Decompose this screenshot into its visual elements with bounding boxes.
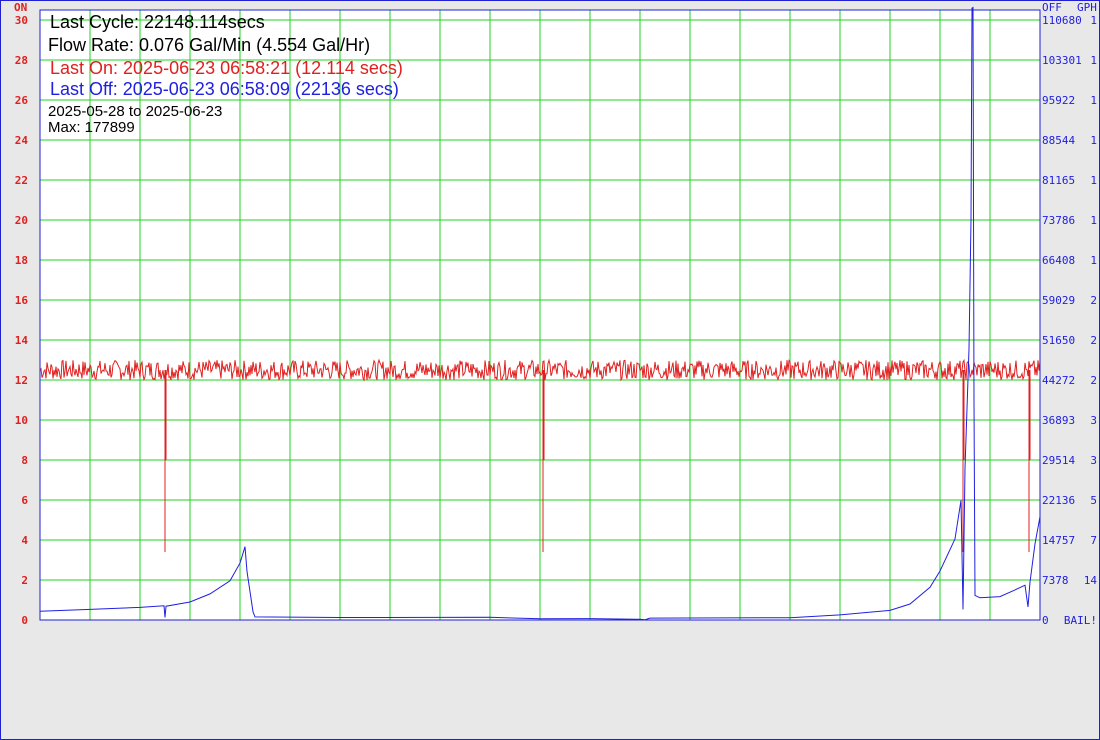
- right-axis-ticks: 0 7378 14757 22136 29514 36893 44272 51650 59029…: [1042, 14, 1082, 627]
- left-tick-label: 18: [15, 254, 28, 267]
- left-tick-label: 22: [15, 174, 28, 187]
- gph-tick-label: 1: [1090, 14, 1097, 27]
- left-tick-label: 20: [15, 214, 28, 227]
- gph-tick-label: 7: [1090, 534, 1097, 547]
- left-tick-label: 6: [21, 494, 28, 507]
- gph-tick-label: 5: [1090, 494, 1097, 507]
- gph-tick-label: 2: [1090, 374, 1097, 387]
- right-tick-label: 103301: [1042, 54, 1082, 67]
- left-tick-label: 14: [15, 334, 29, 347]
- right-tick-label: 88544: [1042, 134, 1075, 147]
- flow-rate-text: Flow Rate: 0.076 Gal/Min (4.554 Gal/Hr): [48, 35, 371, 55]
- gph-tick-label: 1: [1090, 254, 1097, 267]
- left-tick-label: 12: [15, 374, 28, 387]
- left-axis-ticks: 024681012141618202224262830: [15, 14, 29, 627]
- left-tick-label: 4: [21, 534, 28, 547]
- right-tick-label: 66408: [1042, 254, 1075, 267]
- gph-tick-label: 3: [1090, 454, 1097, 467]
- left-axis-title: ON: [14, 1, 27, 14]
- gph-tick-label: BAIL!: [1064, 614, 1097, 627]
- gph-tick-label: 1: [1090, 134, 1097, 147]
- right-tick-label: 95922: [1042, 94, 1075, 107]
- right-tick-label: 44272: [1042, 374, 1075, 387]
- gph-tick-label: 1: [1090, 174, 1097, 187]
- left-tick-label: 16: [15, 294, 29, 307]
- left-tick-label: 26: [15, 94, 29, 107]
- right-tick-label: 0: [1042, 614, 1049, 627]
- date-range-text: 2025-05-28 to 2025-06-23: [48, 103, 223, 120]
- gph-tick-label: 3: [1090, 414, 1097, 427]
- right-tick-label: 110680: [1042, 14, 1082, 27]
- gph-tick-label: 1: [1090, 54, 1097, 67]
- grid: [40, 10, 1040, 620]
- gph-tick-label: 1: [1090, 214, 1097, 227]
- right-tick-label: 36893: [1042, 414, 1075, 427]
- left-tick-label: 2: [21, 574, 28, 587]
- right-tick-label: 7378: [1042, 574, 1069, 587]
- left-tick-label: 10: [15, 414, 28, 427]
- right-axis-title-gph: GPH: [1077, 1, 1097, 14]
- gph-tick-label: 2: [1090, 334, 1097, 347]
- gph-tick-label: 1: [1090, 94, 1097, 107]
- left-tick-label: 28: [15, 54, 28, 67]
- gph-tick-label: 2: [1090, 294, 1097, 307]
- left-tick-label: 0: [21, 614, 28, 627]
- last-on-text: Last On: 2025-06-23 06:58:21 (12.114 sec…: [50, 58, 403, 78]
- last-cycle-text: Last Cycle: 22148.114secs: [50, 12, 265, 32]
- right-tick-label: 22136: [1042, 494, 1075, 507]
- left-tick-label: 24: [15, 134, 29, 147]
- left-tick-label: 30: [15, 14, 28, 27]
- right-tick-label: 51650: [1042, 334, 1075, 347]
- max-text: Max: 177899: [48, 119, 135, 136]
- right-axis-title-off: OFF: [1042, 1, 1062, 14]
- gph-tick-label: 14: [1084, 574, 1098, 587]
- right-tick-label: 73786: [1042, 214, 1075, 227]
- right-tick-label: 29514: [1042, 454, 1075, 467]
- left-tick-label: 8: [21, 454, 28, 467]
- right-tick-label: 14757: [1042, 534, 1075, 547]
- right-tick-label: 81165: [1042, 174, 1075, 187]
- last-off-text: Last Off: 2025-06-23 06:58:09 (22136 sec…: [50, 79, 399, 99]
- right-tick-label: 59029: [1042, 294, 1075, 307]
